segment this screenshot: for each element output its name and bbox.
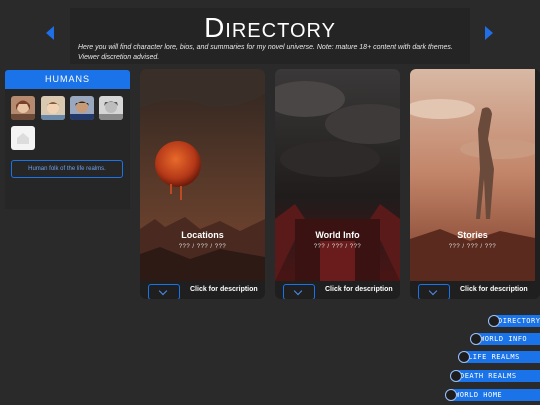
tab-humans[interactable]: HUMANS (5, 70, 130, 89)
expand-chevron-down-icon[interactable] (283, 284, 315, 299)
sidebar-panel: Human folk of the life realms. (5, 89, 130, 209)
card-title: Locations (181, 230, 224, 240)
card-description-label[interactable]: Click for description (325, 286, 393, 293)
card-stories[interactable]: Stories ??? / ??? / ??? Click for descri… (410, 69, 540, 299)
nav-dot-icon (450, 370, 462, 382)
card-world-info[interactable]: World Info ??? / ??? / ??? Click for des… (275, 69, 400, 299)
avatar-placeholder-icon[interactable] (11, 126, 35, 150)
page-title: Directory (204, 12, 336, 43)
intro-text: Here you will find character lore, bios,… (78, 44, 453, 61)
nav-label: LIFE REALMS (468, 353, 520, 361)
page-header: Directory Here you will find character l… (70, 8, 470, 64)
nav-dot-icon (488, 315, 500, 327)
card-locations[interactable]: Locations ??? / ??? / ??? Click for desc… (140, 69, 265, 299)
expand-chevron-down-icon[interactable] (418, 284, 450, 299)
next-arrow-icon[interactable] (485, 26, 493, 40)
card-title: World Info (315, 230, 360, 240)
avatar-4[interactable] (99, 96, 123, 120)
card-subtitle: ??? / ??? / ??? (313, 244, 362, 250)
card-title: Stories (457, 230, 488, 240)
card-subtitle: ??? / ??? / ??? (448, 244, 497, 250)
nav-life-realms[interactable]: LIFE REALMS (458, 351, 540, 363)
expand-chevron-down-icon[interactable] (148, 284, 180, 299)
nav-label: DEATH REALMS (460, 372, 517, 380)
nav-label: WORLD HOME (455, 391, 503, 399)
nav-label: DIRECTORY (498, 317, 540, 325)
nav-dot-icon (458, 351, 470, 363)
humans-description-link[interactable]: Human folk of the life realms. (11, 160, 123, 178)
nav-directory[interactable]: DIRECTORY (488, 315, 540, 327)
nav-dot-icon (470, 333, 482, 345)
avatar-1[interactable] (11, 96, 35, 120)
sidebar: HUMANS Human folk of the life realms. (5, 70, 130, 209)
nav-label: WORLD INFO (480, 335, 528, 343)
nav-dot-icon (445, 389, 457, 401)
avatar-2[interactable] (41, 96, 65, 120)
nav-death-realms[interactable]: DEATH REALMS (450, 370, 540, 382)
card-description-label[interactable]: Click for description (460, 286, 528, 293)
prev-arrow-icon[interactable] (46, 26, 54, 40)
card-description-label[interactable]: Click for description (190, 286, 258, 293)
card-subtitle: ??? / ??? / ??? (178, 244, 227, 250)
nav-world-info[interactable]: WORLD INFO (470, 333, 540, 345)
nav-world-home[interactable]: WORLD HOME (445, 389, 540, 401)
avatar-3[interactable] (70, 96, 94, 120)
